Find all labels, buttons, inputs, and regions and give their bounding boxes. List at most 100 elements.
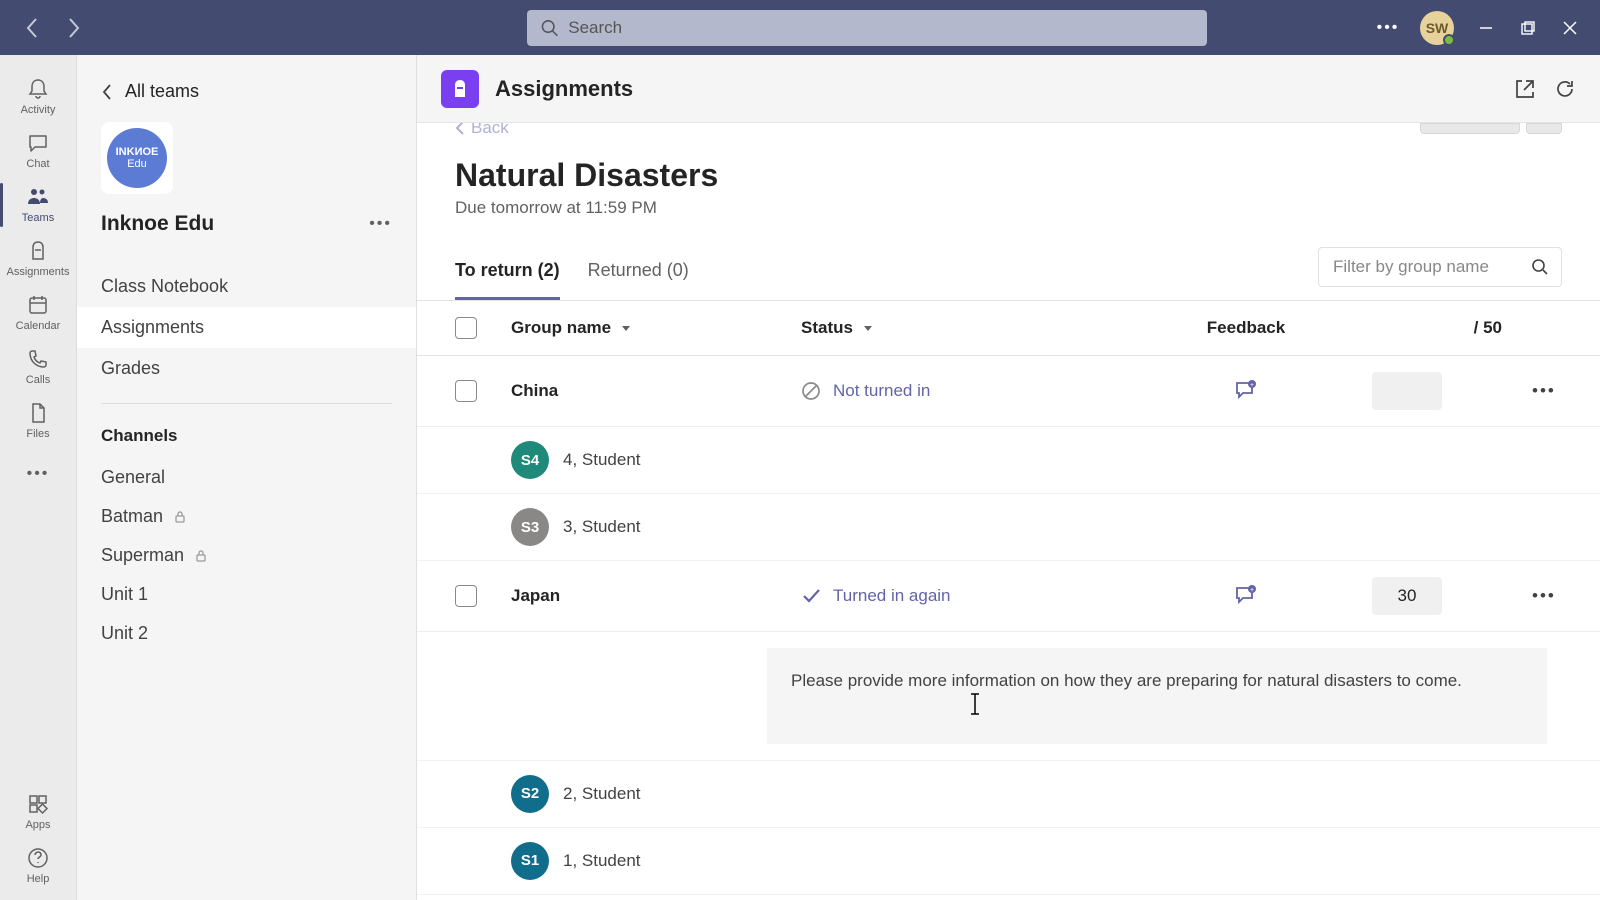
assignment-title: Natural Disasters (455, 157, 1562, 194)
rail-teams[interactable]: Teams (0, 177, 76, 231)
select-all-checkbox[interactable] (455, 317, 477, 339)
group-name: Japan (511, 586, 560, 606)
chevron-left-icon (101, 83, 113, 101)
return-button-stub[interactable] (1420, 123, 1562, 134)
team-name: Inknoe Edu (101, 212, 214, 236)
refresh-button[interactable] (1554, 78, 1576, 100)
channel-unit1[interactable]: Unit 1 (77, 575, 416, 614)
row-more-button[interactable]: ••• (1532, 381, 1562, 401)
student-row[interactable]: S2 2, Student (417, 761, 1600, 828)
student-avatar: S1 (511, 842, 549, 880)
rail-calls[interactable]: Calls (0, 339, 76, 393)
backpack-icon (25, 238, 51, 264)
student-avatar: S2 (511, 775, 549, 813)
status-icon (801, 586, 821, 606)
content-title: Assignments (495, 76, 633, 102)
calendar-icon (25, 292, 51, 318)
back-link[interactable]: Back (455, 123, 509, 135)
channel-unit2[interactable]: Unit 2 (77, 614, 416, 653)
bell-icon (25, 76, 51, 102)
rail-chat[interactable]: Chat (0, 123, 76, 177)
column-feedback: Feedback (1151, 318, 1341, 338)
points-input[interactable]: 30 (1372, 577, 1442, 615)
assignment-due: Due tomorrow at 11:59 PM (455, 198, 1562, 218)
teams-icon (25, 184, 51, 210)
svg-text:+: + (1250, 382, 1254, 389)
group-row[interactable]: China Not turned in + ••• (417, 356, 1600, 427)
all-teams-link[interactable]: All teams (77, 73, 416, 110)
rail-files[interactable]: Files (0, 393, 76, 447)
student-name: 4, Student (563, 450, 641, 470)
menu-assignments[interactable]: Assignments (77, 307, 416, 348)
lock-icon (173, 510, 187, 524)
student-avatar: S4 (511, 441, 549, 479)
menu-class-notebook[interactable]: Class Notebook (77, 266, 416, 307)
minimize-button[interactable] (1476, 18, 1496, 38)
student-row[interactable]: S4 4, Student (417, 427, 1600, 494)
content-header: Assignments (417, 55, 1600, 123)
file-icon (25, 400, 51, 426)
channel-batman[interactable]: Batman (77, 497, 416, 536)
team-more-button[interactable]: ••• (369, 215, 392, 233)
group-row[interactable]: Japan Turned in again +30 ••• (417, 561, 1600, 632)
row-checkbox[interactable] (455, 585, 477, 607)
student-name: 3, Student (563, 517, 641, 537)
row-more-button[interactable]: ••• (1532, 586, 1562, 606)
phone-icon (25, 346, 51, 372)
more-icon: ••• (25, 461, 51, 487)
nav-forward-button[interactable] (62, 16, 86, 40)
rail-more[interactable]: ••• (0, 447, 76, 501)
help-icon (25, 845, 51, 871)
points-input[interactable] (1372, 372, 1442, 410)
menu-grades[interactable]: Grades (77, 348, 416, 389)
caret-down-icon (619, 321, 633, 335)
feedback-text-row: Please provide more information on how t… (417, 632, 1600, 761)
student-row[interactable]: S33, Student (417, 494, 1600, 561)
search-input[interactable] (568, 18, 1193, 38)
rail-activity[interactable]: Activity (0, 69, 76, 123)
feedback-button[interactable]: + (1151, 380, 1341, 402)
caret-down-icon (861, 321, 875, 335)
close-button[interactable] (1560, 18, 1580, 38)
svg-text:+: + (1250, 587, 1254, 594)
all-teams-label: All teams (125, 81, 199, 102)
feedback-textarea[interactable]: Please provide more information on how t… (767, 648, 1547, 744)
table-header: Group name Status Feedback / 50 (417, 301, 1600, 356)
tab-returned[interactable]: Returned (0) (588, 244, 689, 300)
maximize-button[interactable] (1518, 18, 1538, 38)
status-cell: Not turned in (801, 381, 930, 401)
search-box[interactable] (527, 10, 1207, 46)
nav-back-button[interactable] (20, 16, 44, 40)
status-cell: Turned in again (801, 586, 951, 606)
channel-general[interactable]: General (77, 458, 416, 497)
column-group-name[interactable]: Group name (511, 318, 801, 338)
divider (101, 403, 392, 404)
rail-calendar[interactable]: Calendar (0, 285, 76, 339)
student-row[interactable]: S1 1, Student (417, 828, 1600, 895)
rail-help[interactable]: Help (0, 838, 76, 892)
more-options-button[interactable]: ••• (1378, 18, 1398, 38)
user-avatar[interactable]: SW (1420, 11, 1454, 45)
text-cursor-icon (967, 692, 983, 716)
group-name: China (511, 381, 558, 401)
search-icon (1531, 258, 1549, 276)
rail-apps[interactable]: Apps (0, 784, 76, 838)
rail-assignments[interactable]: Assignments (0, 231, 76, 285)
team-sidebar: All teams INKИOE Edu Inknoe Edu ••• Clas… (77, 55, 417, 900)
filter-search-button[interactable] (1519, 250, 1561, 284)
student-name: 2, Student (563, 784, 641, 804)
filter-input[interactable] (1319, 248, 1519, 286)
popout-button[interactable] (1514, 78, 1536, 100)
status-text: Not turned in (833, 381, 930, 401)
team-logo[interactable]: INKИOE Edu (101, 122, 173, 194)
presence-available-icon (1443, 34, 1455, 46)
feedback-button[interactable]: + (1151, 585, 1341, 607)
student-name: 1, Student (563, 851, 641, 871)
tab-to-return[interactable]: To return (2) (455, 244, 560, 300)
chevron-left-icon (455, 123, 465, 135)
column-status[interactable]: Status (801, 318, 1151, 338)
channel-superman[interactable]: Superman (77, 536, 416, 575)
row-checkbox[interactable] (455, 380, 477, 402)
search-icon (541, 19, 558, 37)
assignments-app-icon (441, 70, 479, 108)
